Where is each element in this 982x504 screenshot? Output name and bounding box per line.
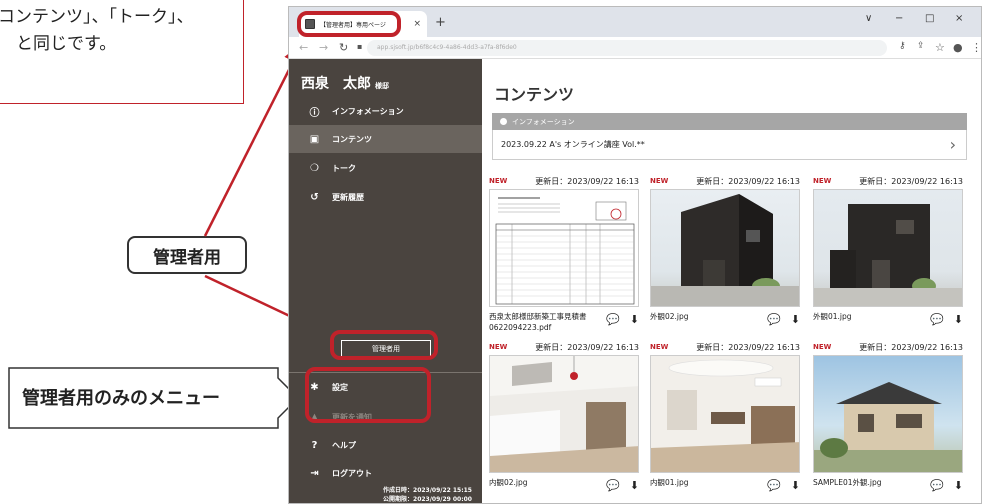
content-card[interactable]: NEW 更新日：2023/09/22 16:13 西泉太郎様邸新築工事見積書06…	[489, 175, 639, 335]
content-card[interactable]: NEW 更新日：2023/09/22 16:13 外観01.jpg 💬 ⬇	[813, 175, 963, 335]
logout-icon: ⇥	[310, 467, 319, 479]
file-name: 外観01.jpg	[813, 312, 852, 321]
updated-date: 更新日：2023/09/22 16:13	[696, 342, 800, 352]
tab-highlight-ring	[297, 11, 401, 37]
expiry-date: 公開期限：2023/09/29 00:00	[383, 496, 472, 503]
new-badge: NEW	[650, 343, 669, 351]
created-date: 作成日時：2023/09/22 15:15	[383, 487, 472, 494]
chat-icon: ❍	[310, 162, 319, 174]
download-icon[interactable]: ⬇	[630, 313, 639, 326]
updated-date: 更新日：2023/09/22 16:13	[535, 342, 639, 352]
tab-close-icon[interactable]: ×	[413, 19, 421, 29]
admin-button-highlight-ring	[330, 330, 438, 360]
honorific: 様邸	[375, 82, 389, 90]
window-maximize-button[interactable]: □	[925, 13, 934, 24]
comment-icon[interactable]: 💬	[930, 313, 944, 326]
browser-window: 【管理者用】専用ページ × + ∨ − □ × ← → ↻ ▪ app.sjso…	[288, 6, 982, 504]
content-card[interactable]: NEW 更新日：2023/09/22 16:13 内観01.jpg 💬 ⬇	[650, 341, 800, 501]
key-icon[interactable]: ⚷	[899, 41, 906, 51]
sidebar-item-information[interactable]: ⓘ インフォメーション	[289, 97, 482, 125]
file-name: 内観02.jpg	[489, 478, 528, 487]
admin-menu-highlight-ring	[305, 367, 431, 423]
new-badge: NEW	[650, 177, 669, 185]
lock-icon: ▪	[357, 42, 363, 51]
new-badge: NEW	[489, 343, 508, 351]
comment-icon[interactable]: 💬	[606, 313, 620, 326]
new-badge: NEW	[813, 177, 832, 185]
document-thumbnail[interactable]	[489, 189, 639, 307]
new-tab-button[interactable]: +	[435, 15, 446, 30]
content-card[interactable]: NEW 更新日：2023/09/22 16:13 SAMPLE01外観.jpg 💬…	[813, 341, 963, 501]
info-icon: ⓘ	[309, 107, 320, 119]
sidebar: 西泉 太郎 様邸 ⓘ インフォメーション ▣ コンテンツ ❍ トーク ↺ 更新履歴…	[289, 59, 482, 503]
info-header: インフォメーション	[492, 113, 967, 130]
profile-icon[interactable]: ●	[953, 41, 963, 54]
comment-icon[interactable]: 💬	[606, 479, 620, 492]
sidebar-item-label: ログアウト	[332, 468, 372, 478]
updated-date: 更新日：2023/09/22 16:13	[859, 342, 963, 352]
star-icon[interactable]: ☆	[935, 41, 945, 54]
sidebar-item-logout[interactable]: ⇥ ログアウト	[289, 459, 482, 487]
comment-icon[interactable]: 💬	[767, 313, 781, 326]
interior-photo[interactable]	[489, 355, 639, 473]
info-header-label: インフォメーション	[512, 117, 575, 126]
window-minimize-button[interactable]: −	[895, 13, 903, 24]
reload-icon[interactable]: ↻	[339, 41, 348, 54]
interior-photo[interactable]	[650, 355, 800, 473]
sidebar-item-help[interactable]: ? ヘルプ	[289, 431, 482, 459]
download-icon[interactable]: ⬇	[954, 313, 963, 326]
updated-date: 更新日：2023/09/22 16:13	[535, 176, 639, 186]
download-icon[interactable]: ⬇	[791, 313, 800, 326]
help-icon: ?	[311, 439, 318, 451]
page-title: コンテンツ	[494, 85, 575, 104]
info-dot-icon	[500, 118, 507, 125]
comment-icon[interactable]: 💬	[767, 479, 781, 492]
info-item[interactable]: 2023.09.22 A's オンライン講座 Vol.** ›	[492, 130, 967, 160]
sidebar-item-history[interactable]: ↺ 更新履歴	[289, 183, 482, 211]
forward-icon[interactable]: →	[319, 41, 328, 54]
download-icon[interactable]: ⬇	[954, 479, 963, 492]
url-field[interactable]: app.sjsoft.jp/b6f8c4c9-4a86-4dd3-a7fa-8f…	[367, 40, 887, 56]
file-name: 内観01.jpg	[650, 478, 689, 487]
sidebar-item-label: トーク	[332, 163, 356, 173]
exterior-photo[interactable]	[813, 189, 963, 307]
back-icon[interactable]: ←	[299, 41, 308, 54]
sidebar-item-label: ヘルプ	[332, 440, 356, 450]
main-content: コンテンツ インフォメーション 2023.09.22 A's オンライン講座 V…	[482, 59, 981, 503]
share-icon[interactable]: ⇪	[917, 41, 925, 51]
sidebar-item-contents[interactable]: ▣ コンテンツ	[289, 125, 482, 153]
download-icon[interactable]: ⬇	[630, 479, 639, 492]
exterior-photo[interactable]	[650, 189, 800, 307]
updated-date: 更新日：2023/09/22 16:13	[696, 176, 800, 186]
new-badge: NEW	[489, 177, 508, 185]
sidebar-item-label: インフォメーション	[332, 106, 404, 116]
exterior-photo[interactable]	[813, 355, 963, 473]
sidebar-item-talk[interactable]: ❍ トーク	[289, 154, 482, 182]
address-bar: ← → ↻ ▪ app.sjsoft.jp/b6f8c4c9-4a86-4dd3…	[289, 37, 981, 59]
window-close-button[interactable]: ×	[955, 13, 963, 24]
info-item-text: 2023.09.22 A's オンライン講座 Vol.**	[501, 140, 645, 149]
sidebar-item-label: コンテンツ	[332, 134, 372, 144]
menu-icon[interactable]: ⋮	[971, 41, 981, 54]
file-name: 西泉太郎様邸新築工事見積書0622094223.pdf	[489, 312, 587, 332]
user-name: 西泉 太郎 様邸	[301, 76, 389, 92]
content-card[interactable]: NEW 更新日：2023/09/22 16:13 内観02.jpg 💬 ⬇	[489, 341, 639, 501]
file-name: SAMPLE01外観.jpg	[813, 478, 882, 487]
content-card[interactable]: NEW 更新日：2023/09/22 16:13 外観02.jpg 💬 ⬇	[650, 175, 800, 335]
file-name: 外観02.jpg	[650, 312, 689, 321]
new-badge: NEW	[813, 343, 832, 351]
sidebar-item-label: 更新履歴	[332, 192, 364, 202]
comment-icon[interactable]: 💬	[930, 479, 944, 492]
history-icon: ↺	[310, 191, 319, 203]
updated-date: 更新日：2023/09/22 16:13	[859, 176, 963, 186]
chevron-right-icon: ›	[949, 135, 956, 154]
image-icon: ▣	[309, 133, 320, 145]
window-collapse-button[interactable]: ∨	[865, 13, 872, 24]
download-icon[interactable]: ⬇	[791, 479, 800, 492]
